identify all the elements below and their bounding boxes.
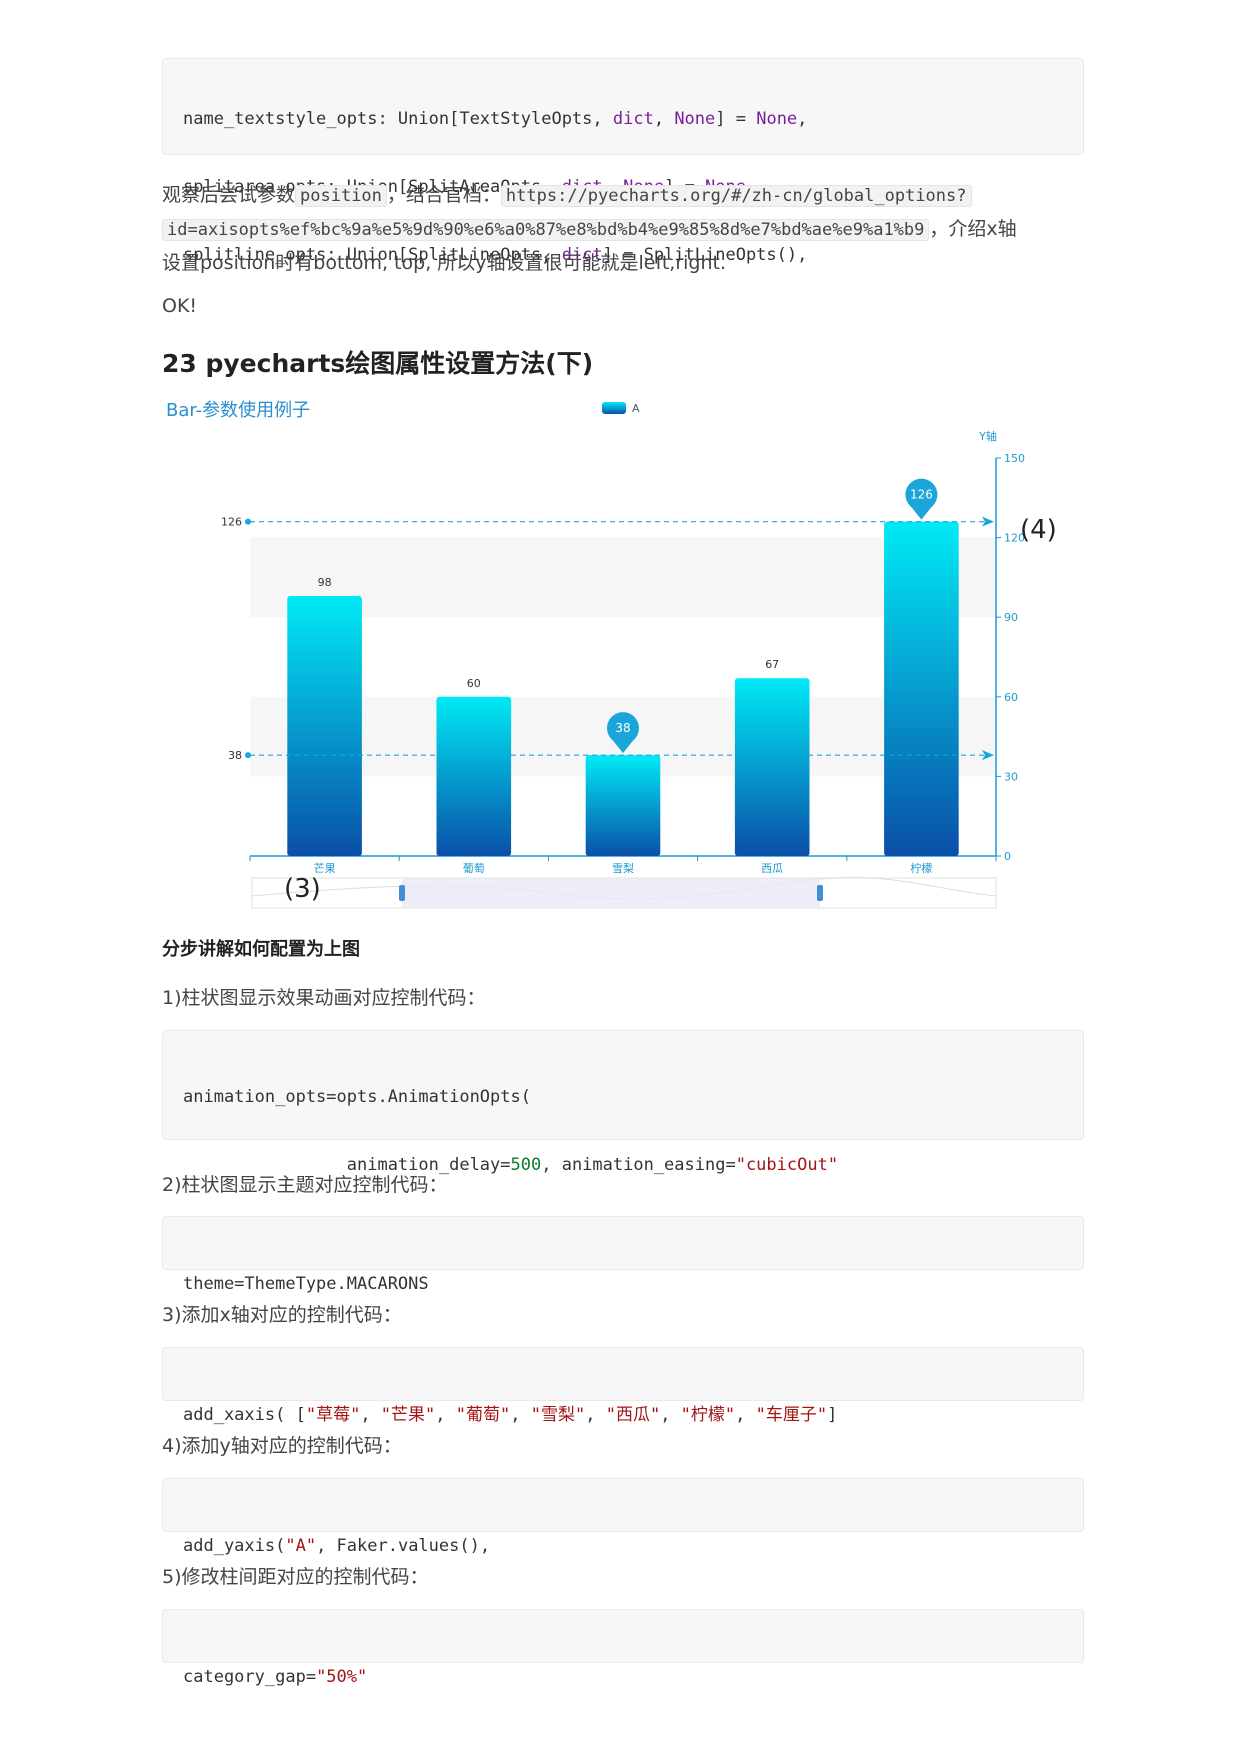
code-keyword: None: [674, 109, 716, 129]
mark-point-label: 126: [910, 488, 933, 502]
y-tick-label: 60: [1004, 691, 1018, 704]
code-string: "雪梨": [530, 1405, 586, 1425]
para-text: ，介绍x轴: [929, 218, 1017, 240]
y-tick-label: 90: [1004, 611, 1018, 624]
datazoom-handle-left[interactable]: [399, 885, 405, 901]
code-string: "车厘子": [755, 1405, 828, 1425]
code-string: "西瓜": [605, 1405, 661, 1425]
code-text: ,: [653, 109, 675, 129]
mark-line-label: 38: [228, 749, 242, 762]
step-1-text: 1)柱状图显示效果动画对应控制代码：: [162, 987, 486, 1009]
annotation-4: (4): [1020, 515, 1057, 545]
code-text: ]: [827, 1405, 838, 1425]
bar[interactable]: [436, 696, 512, 856]
bar-chart: Bar-参数使用例子 A Y轴 0306090120150 芒果 葡萄 雪梨 西瓜 柠檬…: [166, 400, 1057, 909]
step-2-text: 2)柱状图显示主题对应控制代码：: [162, 1174, 448, 1196]
y-tick-label: 0: [1004, 850, 1011, 863]
x-tick-label: 葡萄: [463, 862, 485, 875]
paragraph-position: 观察后尝试参数 position ，结合官档： https://pyecharts.o…: [162, 179, 1092, 280]
annotation-3: (3): [284, 874, 321, 904]
ok-text: OK!: [162, 295, 198, 317]
code-text: , animation_easing=: [541, 1155, 736, 1175]
code-string: "50%": [316, 1667, 368, 1687]
code-text: ,: [660, 1405, 681, 1425]
code-line: name_textstyle_opts: Union[TextStyleOpts…: [183, 105, 1063, 133]
code-block-category-gap: category_gap="50%": [162, 1609, 1084, 1687]
code-block-animation: animation_opts=opts.AnimationOpts( anima…: [162, 1030, 1084, 1243]
code-text: ,: [735, 1405, 756, 1425]
inline-code: position: [295, 185, 387, 207]
code-number: 500: [510, 1155, 542, 1175]
docs-link-anchor[interactable]: id=axisopts%ef%bc%9a%e5%9d%90%e6%a0%87%e…: [162, 219, 930, 241]
y-tick-label: 150: [1004, 452, 1025, 465]
code-keyword: None: [756, 109, 798, 129]
mark-line-label: 126: [221, 516, 242, 529]
bar[interactable]: [884, 521, 959, 856]
y-tick-label: 30: [1004, 770, 1018, 783]
code-line: add_xaxis( ["草莓", "芒果", "葡萄", "雪梨", "西瓜"…: [183, 1401, 1063, 1429]
bar[interactable]: [287, 595, 362, 856]
code-text: ,: [360, 1405, 381, 1425]
code-string: "柠檬": [680, 1405, 736, 1425]
code-text: ,: [435, 1405, 456, 1425]
code-text: add_yaxis(: [183, 1536, 286, 1556]
code-block-top: name_textstyle_opts: Union[TextStyleOpts…: [162, 58, 1084, 265]
y-axis-ticks: 0306090120150: [996, 452, 1025, 863]
code-line: animation_opts=opts.AnimationOpts(: [183, 1087, 531, 1107]
code-text: ,: [797, 109, 808, 129]
step-4-text: 4)添加y轴对应的控制代码：: [162, 1435, 402, 1457]
code-text: ,: [585, 1405, 606, 1425]
y-axis-title: Y轴: [978, 429, 997, 443]
code-block-yaxis: add_yaxis("A", Faker.values(),: [162, 1478, 1084, 1556]
code-block-xaxis: add_xaxis( ["草莓", "芒果", "葡萄", "雪梨", "西瓜"…: [162, 1347, 1084, 1425]
bar-value-label: 60: [467, 677, 481, 690]
code-text: , Faker.values(),: [316, 1536, 491, 1556]
para-line: id=axisopts%ef%bc%9a%e5%9d%90%e6%a0%87%e…: [162, 213, 1092, 247]
chart-title: Bar-参数使用例子: [166, 400, 310, 421]
datazoom-handle-right[interactable]: [817, 885, 823, 901]
para-text: ，结合官档：: [386, 184, 501, 206]
bar-value-label: 98: [318, 576, 332, 589]
para-text: 观察后尝试参数: [162, 184, 296, 206]
code-block-theme: theme=ThemeType.MACARONS: [162, 1216, 1084, 1294]
bar-value-label: 67: [765, 658, 779, 671]
x-tick-label: 柠檬: [910, 861, 932, 875]
code-line: category_gap="50%": [183, 1663, 1063, 1691]
para-line: 设置position时有bottom, top, 所以y轴设置很可能就是left…: [162, 252, 727, 274]
code-text: name_textstyle_opts: Union[TextStyleOpts…: [183, 109, 613, 129]
datazoom-slider[interactable]: [251, 877, 997, 909]
code-string: "A": [285, 1536, 317, 1556]
step-5-text: 5)修改柱间距对应的控制代码：: [162, 1566, 429, 1588]
step-3-text: 3)添加x轴对应的控制代码：: [162, 1304, 402, 1326]
docs-link[interactable]: https://pyecharts.org/#/zh-cn/global_opt…: [500, 185, 972, 207]
legend-swatch: [602, 402, 626, 414]
bar[interactable]: [585, 755, 661, 856]
code-text: ,: [510, 1405, 531, 1425]
section-heading: 23 pyecharts绘图属性设置方法(下): [162, 349, 594, 378]
code-string: "cubicOut": [735, 1155, 839, 1175]
code-text: category_gap=: [183, 1667, 317, 1687]
bar[interactable]: [734, 678, 810, 856]
code-text: ] =: [715, 109, 757, 129]
code-keyword: dict: [612, 109, 654, 129]
code-line: add_yaxis("A", Faker.values(),: [183, 1532, 1063, 1560]
code-string: "草莓": [305, 1405, 361, 1425]
mark-point-label: 38: [615, 721, 630, 735]
x-tick-label: 雪梨: [612, 861, 634, 875]
code-string: "芒果": [380, 1405, 436, 1425]
para-line: 观察后尝试参数 position ，结合官档： https://pyecharts.o…: [162, 179, 1092, 213]
subheading: 分步讲解如何配置为上图: [162, 939, 360, 960]
x-axis-ticks: 芒果 葡萄 雪梨 西瓜 柠檬: [249, 856, 997, 875]
code-line: theme=ThemeType.MACARONS: [183, 1274, 429, 1294]
legend[interactable]: A: [602, 402, 640, 415]
legend-label: A: [632, 402, 640, 415]
code-string: "葡萄": [455, 1405, 511, 1425]
code-text: add_xaxis( [: [183, 1405, 306, 1425]
x-tick-label: 西瓜: [761, 862, 783, 875]
datazoom-window[interactable]: [402, 878, 820, 908]
